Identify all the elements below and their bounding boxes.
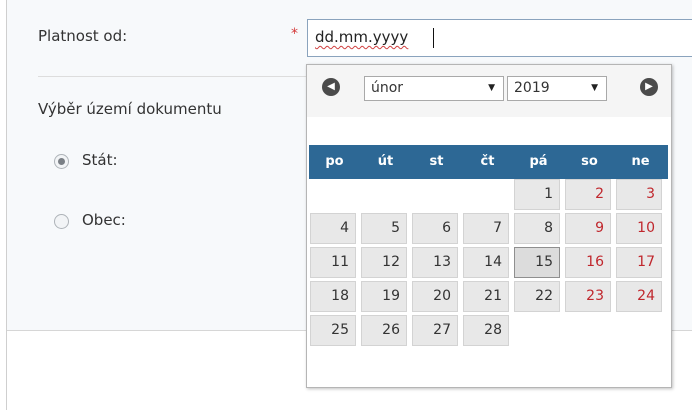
calendar-day[interactable]: 27 xyxy=(412,315,458,346)
validity-label: Platnost od: xyxy=(38,27,128,45)
chevron-down-icon: ▼ xyxy=(488,83,495,93)
calendar-day[interactable]: 1 xyxy=(514,179,560,210)
divider xyxy=(38,76,308,77)
weekday-label: so xyxy=(581,154,598,169)
radio-obec[interactable] xyxy=(54,214,69,229)
calendar-day[interactable]: 6 xyxy=(412,213,458,244)
prev-month-icon[interactable]: ◀ xyxy=(322,78,340,96)
calendar-day[interactable]: 25 xyxy=(310,315,356,346)
calendar-day[interactable]: 13 xyxy=(412,247,458,278)
chevron-down-icon: ▼ xyxy=(591,83,598,93)
calendar-day[interactable]: 21 xyxy=(463,281,509,312)
calendar-day[interactable]: 15 xyxy=(514,247,560,278)
weekday-label: st xyxy=(429,154,444,169)
month-select-value: únor xyxy=(371,80,404,96)
calendar-day[interactable]: 23 xyxy=(565,281,611,312)
calendar-day[interactable]: 28 xyxy=(463,315,509,346)
next-month-icon[interactable]: ▶ xyxy=(640,78,658,96)
calendar-day[interactable]: 5 xyxy=(361,213,407,244)
calendar-day[interactable]: 18 xyxy=(310,281,356,312)
required-asterisk: * xyxy=(291,26,298,42)
calendar-day[interactable]: 4 xyxy=(310,213,356,244)
calendar-day[interactable]: 12 xyxy=(361,247,407,278)
calendar-day[interactable]: 20 xyxy=(412,281,458,312)
calendar-day[interactable]: 10 xyxy=(616,213,662,244)
calendar-day[interactable]: 7 xyxy=(463,213,509,244)
datepicker-popup: ◀ únor ▼ 2019 ▼ ▶ po út st čt pá so ne 1… xyxy=(306,64,672,388)
section-title: Výběr území dokumentu xyxy=(38,100,222,118)
calendar-day[interactable]: 22 xyxy=(514,281,560,312)
calendar-day[interactable]: 14 xyxy=(463,247,509,278)
weekday-label: po xyxy=(325,154,344,169)
calendar-day[interactable]: 11 xyxy=(310,247,356,278)
text-caret xyxy=(433,28,434,48)
calendar-day[interactable]: 26 xyxy=(361,315,407,346)
year-select[interactable]: 2019 ▼ xyxy=(507,76,607,101)
weekday-label: pá xyxy=(529,154,548,169)
calendar-day[interactable]: 9 xyxy=(565,213,611,244)
date-input-value: dd.mm.yyyy xyxy=(315,28,409,46)
weekday-header: po út st čt pá so ne xyxy=(309,145,668,179)
year-select-value: 2019 xyxy=(514,80,550,96)
calendar-day[interactable]: 19 xyxy=(361,281,407,312)
weekday-label: út xyxy=(377,154,394,169)
calendar-day[interactable]: 3 xyxy=(616,179,662,210)
calendar-day[interactable]: 8 xyxy=(514,213,560,244)
weekday-label: čt xyxy=(480,154,495,169)
weekday-label: ne xyxy=(631,154,650,169)
calendar-day[interactable]: 2 xyxy=(565,179,611,210)
calendar-day[interactable]: 16 xyxy=(565,247,611,278)
calendar-day[interactable]: 24 xyxy=(616,281,662,312)
radio-obec-label[interactable]: Obec: xyxy=(82,211,126,229)
datepicker-header: ◀ únor ▼ 2019 ▼ ▶ xyxy=(307,65,671,117)
radio-stat[interactable] xyxy=(54,154,69,169)
date-input[interactable]: dd.mm.yyyy xyxy=(307,19,692,57)
radio-stat-label[interactable]: Stát: xyxy=(82,151,118,169)
month-select[interactable]: únor ▼ xyxy=(364,76,504,101)
calendar-day[interactable]: 17 xyxy=(616,247,662,278)
